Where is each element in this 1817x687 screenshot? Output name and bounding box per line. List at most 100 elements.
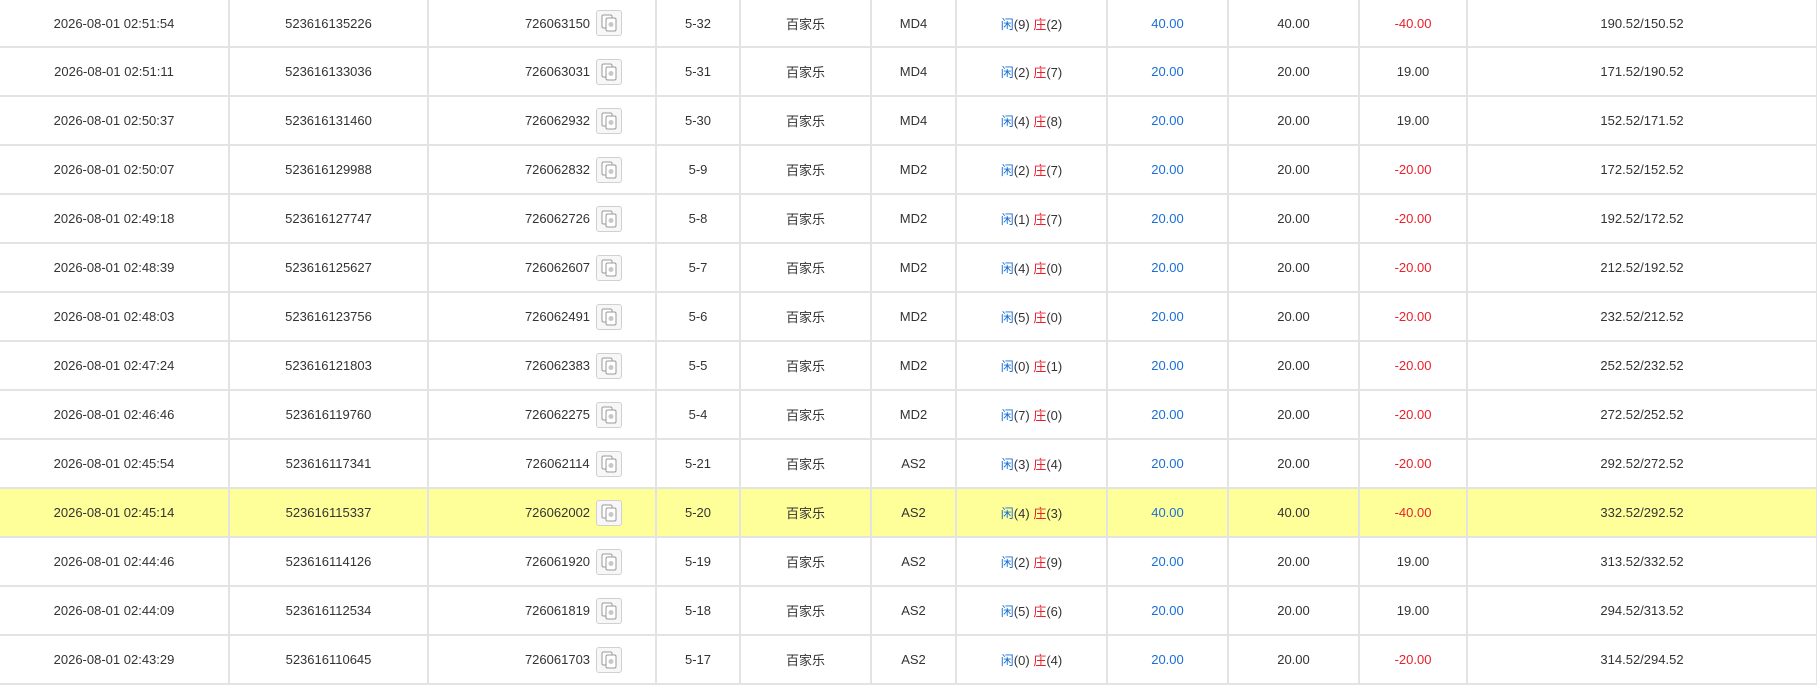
game-type-cell: 百家乐 <box>740 488 872 538</box>
win-loss-cell: 19.00 <box>1359 47 1468 97</box>
bet-time: 2026-08-01 02:50:37 <box>53 113 175 128</box>
cards-icon[interactable] <box>596 646 623 673</box>
cards-icon[interactable] <box>596 254 623 281</box>
round-id-cell: 726061703 <box>428 635 657 685</box>
win-loss-cell: -40.00 <box>1359 488 1468 538</box>
table-row[interactable]: 2026-08-01 02:46:46 523616119760 7260622… <box>0 390 1817 440</box>
bet-amount: 20.00 <box>1151 64 1184 79</box>
table-row[interactable]: 2026-08-01 02:48:03 523616123756 7260624… <box>0 292 1817 342</box>
order-id-cell: 523616127747 <box>229 194 429 244</box>
cards-icon[interactable] <box>596 597 623 624</box>
win-loss: -20.00 <box>1394 211 1432 226</box>
bet-time-cell: 2026-08-01 02:49:18 <box>0 194 230 244</box>
cards-icon[interactable] <box>596 10 623 36</box>
cards-icon[interactable] <box>596 548 623 575</box>
bet-records-body: 2026-08-01 02:51:54 523616135226 7260631… <box>0 0 1817 685</box>
valid-bet-cell: 20.00 <box>1228 96 1360 146</box>
banker-label: 庄 <box>1033 506 1047 521</box>
order-id: 523616119760 <box>285 407 372 422</box>
balance: 172.52/152.52 <box>1600 162 1684 177</box>
player-label: 闲 <box>1000 310 1014 325</box>
order-id-cell: 523616121803 <box>229 341 429 391</box>
table-row[interactable]: 2026-08-01 02:43:29 523616110645 7260617… <box>0 635 1817 685</box>
cards-icon[interactable] <box>596 156 623 183</box>
table-code-cell: AS2 <box>871 586 957 636</box>
result-cell: 闲(9) 庄(2) <box>956 0 1108 48</box>
bet-amount: 40.00 <box>1151 15 1184 31</box>
table-row[interactable]: 2026-08-01 02:44:09 523616112534 7260618… <box>0 586 1817 636</box>
order-id-cell: 523616114126 <box>229 537 429 587</box>
valid-bet-cell: 20.00 <box>1228 341 1360 391</box>
balance-cell: 292.52/272.52 <box>1467 439 1817 489</box>
bet-time: 2026-08-01 02:51:54 <box>53 15 175 31</box>
bet-time-cell: 2026-08-01 02:50:07 <box>0 145 230 195</box>
cards-icon[interactable] <box>596 401 623 428</box>
shoe-round-cell: 5-19 <box>656 537 741 587</box>
player-score: (7) <box>1013 408 1030 423</box>
balance: 232.52/212.52 <box>1600 309 1684 324</box>
table-row[interactable]: 2026-08-01 02:48:39 523616125627 7260626… <box>0 243 1817 293</box>
player-score: (4) <box>1013 261 1030 276</box>
table-row[interactable]: 2026-08-01 02:44:46 523616114126 7260619… <box>0 537 1817 587</box>
valid-bet-cell: 20.00 <box>1228 390 1360 440</box>
result-cell: 闲(0) 庄(1) <box>956 341 1108 391</box>
win-loss-cell: 19.00 <box>1359 537 1468 587</box>
result-cell: 闲(7) 庄(0) <box>956 390 1108 440</box>
player-score: (2) <box>1013 555 1030 570</box>
shoe-round: 5-6 <box>688 309 708 324</box>
game-type: 百家乐 <box>785 16 825 32</box>
table-code-cell: AS2 <box>871 439 957 489</box>
game-type: 百家乐 <box>785 212 825 227</box>
order-id-cell: 523616131460 <box>229 96 429 146</box>
table-code-cell: AS2 <box>871 635 957 685</box>
bet-amount-cell: 20.00 <box>1107 390 1229 440</box>
game-type: 百家乐 <box>785 310 825 325</box>
banker-score: (4) <box>1046 653 1063 668</box>
order-id: 523616115337 <box>285 505 372 520</box>
table-code-cell: MD4 <box>871 47 957 97</box>
table-row[interactable]: 2026-08-01 02:51:54 523616135226 7260631… <box>0 0 1817 48</box>
round-id-cell: 726061920 <box>428 537 657 587</box>
result-cell: 闲(4) 庄(8) <box>956 96 1108 146</box>
cards-icon[interactable] <box>596 107 623 134</box>
cards-icon[interactable] <box>596 499 623 526</box>
player-score: (5) <box>1013 310 1030 325</box>
bet-time-cell: 2026-08-01 02:45:54 <box>0 439 230 489</box>
banker-label: 庄 <box>1033 114 1047 129</box>
table-row[interactable]: 2026-08-01 02:49:18 523616127747 7260627… <box>0 194 1817 244</box>
bet-amount: 20.00 <box>1151 603 1184 618</box>
cards-icon[interactable] <box>596 303 623 330</box>
table-row[interactable]: 2026-08-01 02:50:37 523616131460 7260629… <box>0 96 1817 146</box>
bet-time-cell: 2026-08-01 02:45:14 <box>0 488 230 538</box>
cards-icon[interactable] <box>595 450 622 477</box>
shoe-round-cell: 5-8 <box>656 194 741 244</box>
bet-time: 2026-08-01 02:43:29 <box>53 652 175 667</box>
cards-icon[interactable] <box>596 58 623 85</box>
banker-label: 庄 <box>1033 604 1047 619</box>
win-loss: -40.00 <box>1394 15 1432 31</box>
cards-icon[interactable] <box>596 352 623 379</box>
table-row[interactable]: 2026-08-01 02:50:07 523616129988 7260628… <box>0 145 1817 195</box>
table-row[interactable]: 2026-08-01 02:47:24 523616121803 7260623… <box>0 341 1817 391</box>
win-loss: -20.00 <box>1394 358 1432 373</box>
game-type: 百家乐 <box>785 457 825 472</box>
table-row[interactable]: 2026-08-01 02:51:11 523616133036 7260630… <box>0 47 1817 97</box>
order-id: 523616117341 <box>285 456 372 471</box>
cards-icon[interactable] <box>596 205 623 232</box>
table-code-cell: MD2 <box>871 194 957 244</box>
banker-label: 庄 <box>1033 212 1047 227</box>
game-type-cell: 百家乐 <box>740 194 872 244</box>
shoe-round-cell: 5-4 <box>656 390 741 440</box>
balance-cell: 252.52/232.52 <box>1467 341 1817 391</box>
table-row[interactable]: 2026-08-01 02:45:14 523616115337 7260620… <box>0 488 1817 538</box>
order-id-cell: 523616135226 <box>229 0 429 48</box>
game-type-cell: 百家乐 <box>740 390 872 440</box>
banker-score: (8) <box>1046 114 1063 129</box>
player-score: (0) <box>1013 653 1030 668</box>
balance-cell: 172.52/152.52 <box>1467 145 1817 195</box>
game-type-cell: 百家乐 <box>740 586 872 636</box>
win-loss: -40.00 <box>1394 505 1432 520</box>
shoe-round-cell: 5-17 <box>656 635 741 685</box>
bet-time: 2026-08-01 02:44:46 <box>53 554 175 569</box>
table-row[interactable]: 2026-08-01 02:45:54 523616117341 7260621… <box>0 439 1817 489</box>
